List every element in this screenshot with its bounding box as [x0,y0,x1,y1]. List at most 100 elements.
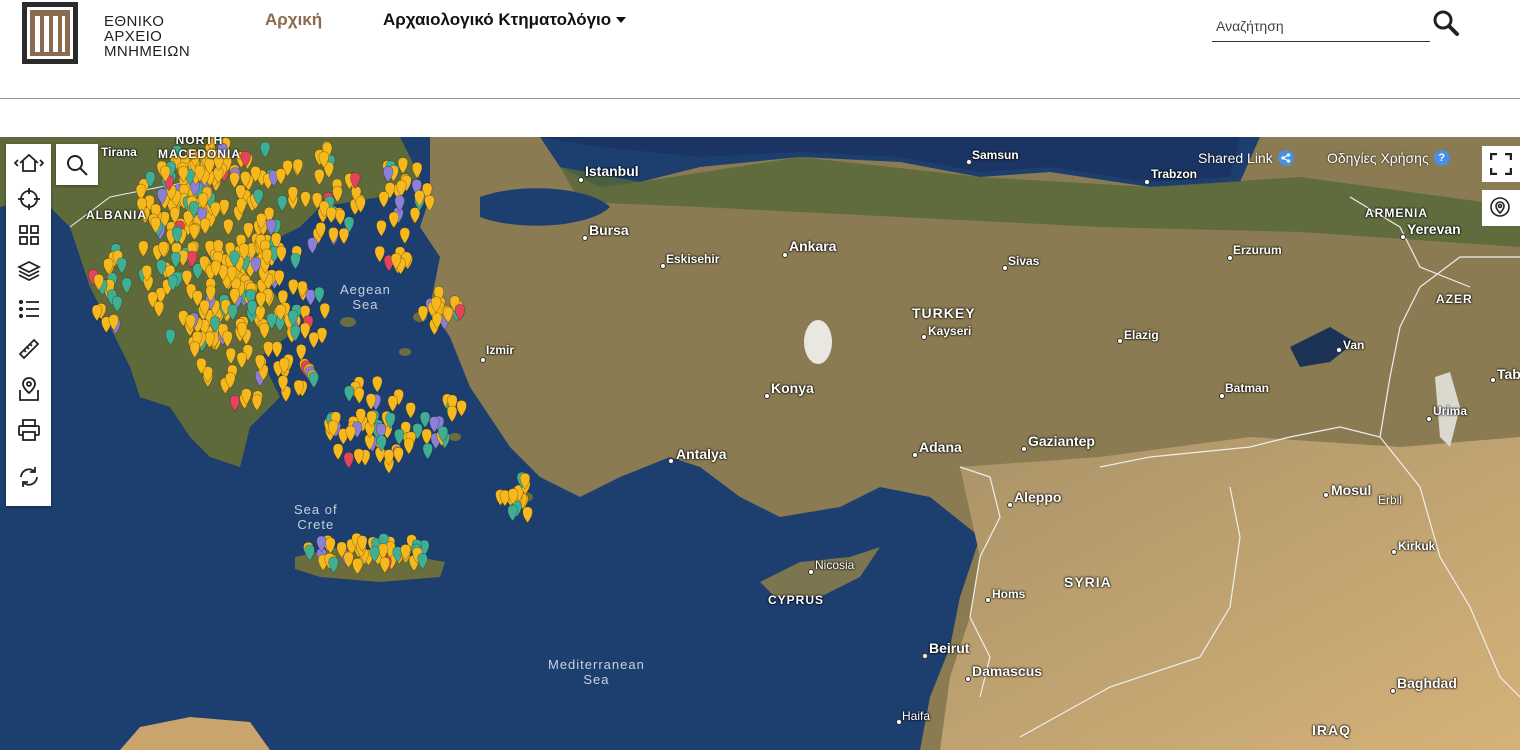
list-icon [18,299,39,319]
logo-line-1: ΕΘΝΙΚΟ [104,13,165,30]
label-aleppo: Aleppo [1014,489,1062,505]
label-erzurum: Erzurum [1233,243,1282,257]
home-icon [14,153,44,172]
city-dot [578,177,584,183]
city-dot [985,597,991,603]
label-adana: Adana [919,439,962,455]
label-azer: AZER [1436,292,1473,306]
city-dot [1323,492,1329,498]
nav-cadastre-dropdown[interactable]: Αρχαιολογικό Κτηματολόγιο [383,10,627,30]
shared-link-label: Shared Link [1198,150,1273,166]
logo-text: ΕΘΝΙΚΟ ΑΡΧΕΙΟ ΜΝΗΜΕΙΩΝ [104,14,190,59]
printer-icon [18,419,40,441]
refresh-icon [20,467,38,487]
label-ankara: Ankara [789,238,837,254]
label-konya: Konya [771,380,814,396]
label-samsun: Samsun [972,148,1019,162]
shared-link-button[interactable]: Shared Link [1198,150,1294,166]
map-pin-icon [1490,197,1510,217]
home-extent-button[interactable] [12,148,46,178]
label-erbil: Erbil [1378,493,1403,507]
label-izmir: Izmir [486,343,515,357]
label-urima: Urima [1433,404,1468,418]
city-dot [1391,549,1397,555]
label-elazig: Elazig [1124,328,1159,342]
search-input[interactable] [1212,10,1430,42]
logo-icon[interactable] [22,2,78,64]
map-search-button[interactable] [56,144,98,185]
city-dot [808,569,814,575]
label-baghdad: Baghdad [1397,675,1457,691]
city-dot [922,653,928,659]
crosshair-icon [18,188,40,210]
legend-button[interactable] [12,294,46,324]
basemap-gallery-button[interactable] [12,220,46,250]
map-location-button[interactable] [12,374,46,404]
city-dot [480,357,486,363]
city-dot [782,252,788,258]
city-dot [912,452,918,458]
label-istanbul: Istanbul [585,163,639,179]
label-armenia: ARMENIA [1365,206,1428,220]
label-albania: ALBANIA [86,208,147,222]
label-cyprus: CYPRUS [768,593,825,607]
city-dot [1390,688,1396,694]
city-dot [1117,338,1123,344]
label-antalya: Antalya [676,446,727,462]
map-view[interactable]: Tirana NORTH MACEDONIA ALBANIA ea Aegean… [0,137,1520,750]
label-mosul: Mosul [1331,482,1372,498]
city-dot [1426,416,1432,422]
fullscreen-button[interactable] [1482,146,1520,182]
label-beirut: Beirut [929,640,970,656]
label-kayseri: Kayseri [928,324,972,338]
city-dot [1007,502,1013,508]
label-tab: Tab [1497,366,1520,382]
label-tirana: Tirana [101,145,137,159]
map-marker-icon [19,377,39,401]
label-aegean-sea: Aegean Sea [340,282,391,312]
label-gaziantep: Gaziantep [1028,433,1095,449]
label-sea-of-crete: Sea of Crete [294,502,338,532]
caret-down-icon [616,17,627,23]
label-yerevan: Yerevan [1407,221,1461,237]
city-dot [764,393,770,399]
label-van: Van [1343,338,1365,352]
label-batman: Batman [1225,381,1270,395]
magnifier-icon [67,154,88,176]
city-dot [668,458,674,464]
label-damascus: Damascus [972,663,1043,679]
site-header: ΕΘΝΙΚΟ ΑΡΧΕΙΟ ΜΝΗΜΕΙΩΝ Αρχική Αρχαιολογι… [0,0,1520,99]
logo-line-3: ΜΝΗΜΕΙΩΝ [104,43,191,60]
city-dot [1021,446,1027,452]
city-dot [1144,179,1150,185]
locate-pin-button[interactable] [1482,190,1520,226]
user-guide-button[interactable]: Οδηγίες Χρήσης ? [1327,150,1450,166]
grid-icon [19,225,39,245]
label-trabzon: Trabzon [1151,167,1198,181]
label-sivas: Sivas [1008,254,1040,268]
print-button[interactable] [12,415,46,445]
search-icon[interactable] [1432,9,1460,37]
nav-cadastre-label: Αρχαιολογικό Κτηματολόγιο [383,10,612,29]
city-dot [1400,234,1406,240]
fullscreen-icon [1490,153,1512,175]
label-iraq: IRAQ [1312,722,1351,738]
label-turkey: TURKEY [912,305,976,321]
user-guide-label: Οδηγίες Χρήσης [1327,150,1429,166]
layers-button[interactable] [12,256,46,286]
label-bursa: Bursa [589,222,629,238]
locate-button[interactable] [12,184,46,214]
ruler-icon [18,338,40,360]
label-mediterranean-sea: Mediterranean Sea [548,657,645,687]
refresh-button[interactable] [12,462,46,492]
label-syria: SYRIA [1064,574,1112,590]
label-north-macedonia: NORTH MACEDONIA [158,137,241,161]
city-dot [1336,347,1342,353]
nav-home-link[interactable]: Αρχική [265,10,322,30]
city-dot [582,235,588,241]
share-icon [1277,150,1294,166]
label-homs: Homs [992,587,1026,601]
city-dot [965,676,971,682]
measure-button[interactable] [12,334,46,364]
label-eskisehir: Eskisehir [666,252,720,266]
